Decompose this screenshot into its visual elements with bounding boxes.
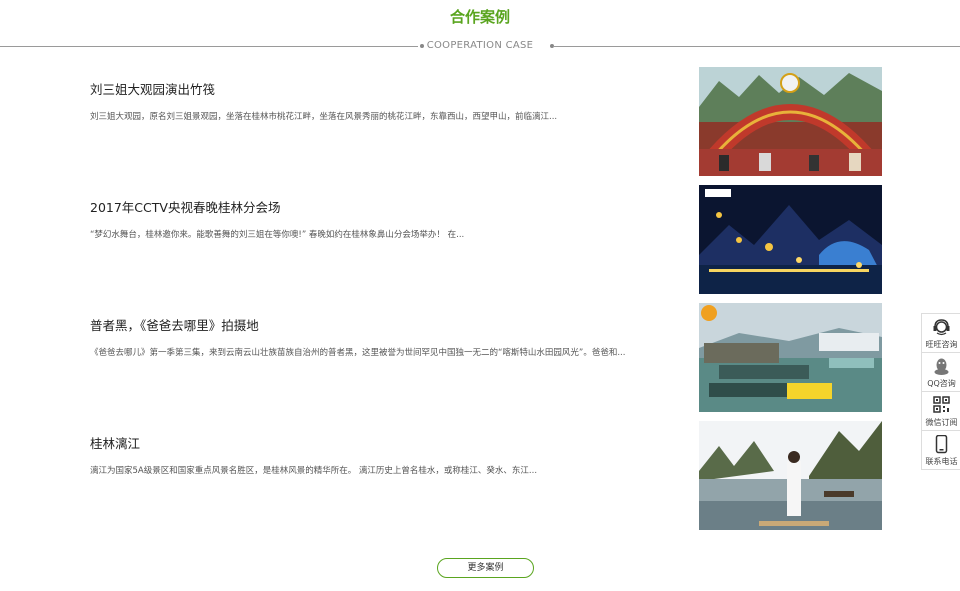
li-river-photo[interactable] [699, 421, 882, 530]
phone-icon [933, 434, 950, 454]
case-description: “梦幻水舞台，桂林邀你来。能歌善舞的刘三姐在等你噢!” 春晚如约在桂林象鼻山分会… [90, 230, 465, 240]
case-title[interactable]: 普者黑，《爸爸去哪里》拍摄地 [90, 315, 259, 334]
liusanjie-park-gate-photo[interactable] [699, 67, 882, 176]
case-item[interactable]: 普者黑，《爸爸去哪里》拍摄地 《爸爸去哪儿》第一季第三集，来到云南云山壮族苗族自… [0, 303, 960, 413]
bamboo-rafts-photo[interactable] [699, 303, 882, 412]
headset-icon [933, 318, 950, 337]
side-item-label: QQ咨询 [927, 379, 956, 388]
side-item-label: 联系电话 [925, 457, 958, 466]
case-title[interactable]: 桂林漓江 [90, 433, 140, 452]
case-item[interactable]: 2017年CCTV央视春晚桂林分会场 “梦幻水舞台，桂林邀你来。能歌善舞的刘三姐… [0, 185, 960, 295]
case-description: 《爸爸去哪儿》第一季第三集，来到云南云山壮族苗族自治州的普者黑，这里被誉为世间罕… [90, 348, 626, 358]
side-contact-bar: 旺旺咨询 QQ咨询 微信订阅 联系电话 [921, 313, 960, 470]
qr-code-icon [933, 396, 950, 415]
side-item-label: 旺旺咨询 [925, 340, 958, 349]
case-item[interactable]: 刘三姐大观园演出竹筏 刘三姐大观园，原名刘三姐景观园，坐落在桂林市桃花江畔，坐落… [0, 67, 960, 177]
case-title[interactable]: 刘三姐大观园演出竹筏 [90, 79, 215, 98]
case-item[interactable]: 桂林漓江 漓江为国家5A级景区和国家重点风景名胜区，是桂林风景的精华所在。 漓江… [0, 421, 960, 531]
qq-penguin-icon [933, 357, 950, 376]
divider-line-right [553, 46, 960, 47]
case-description: 刘三姐大观园，原名刘三姐景观园，坐落在桂林市桃花江畔，坐落在风景秀丽的桃花江畔，… [90, 112, 558, 122]
section-title-cn: 合作案例 [449, 8, 510, 26]
cctv-gala-stage-photo[interactable] [699, 185, 882, 294]
case-title[interactable]: 2017年CCTV央视春晚桂林分会场 [90, 197, 280, 216]
side-item-qq[interactable]: QQ咨询 [922, 353, 960, 392]
more-cases-button[interactable]: 更多案例 [437, 558, 534, 578]
side-item-phone[interactable]: 联系电话 [922, 431, 960, 470]
side-item-wangwang[interactable]: 旺旺咨询 [922, 314, 960, 353]
side-item-label: 微信订阅 [925, 418, 958, 427]
case-description: 漓江为国家5A级景区和国家重点风景名胜区，是桂林风景的精华所在。 漓江历史上曾名… [90, 466, 538, 476]
side-item-wechat[interactable]: 微信订阅 [922, 392, 960, 431]
